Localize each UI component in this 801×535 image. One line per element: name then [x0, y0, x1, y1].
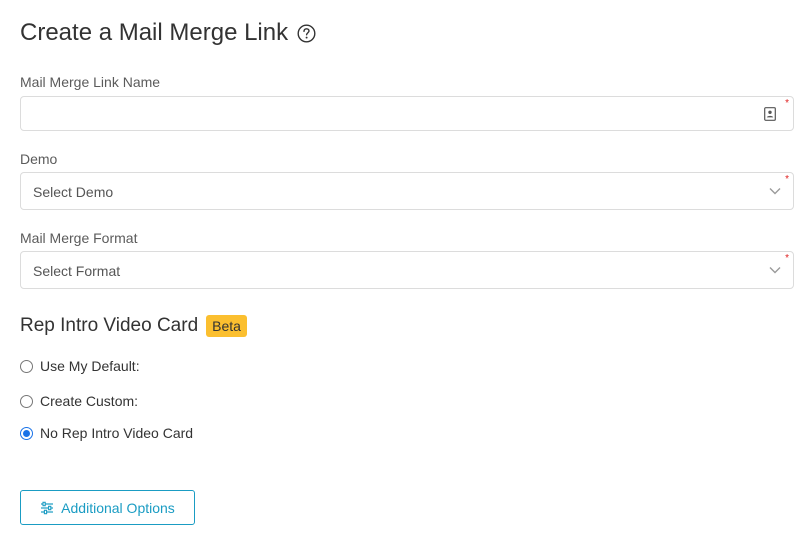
radio-button[interactable]: [20, 394, 33, 408]
radio-label: No Rep Intro Video Card: [40, 425, 194, 441]
mail-merge-page: Create a Mail Merge Link Mail Merge Link…: [0, 0, 801, 535]
required-asterisk: *: [785, 98, 789, 109]
additional-options-button[interactable]: Additional Options: [20, 490, 195, 525]
demo-label: Demo: [20, 151, 58, 167]
additional-options-label: Additional Options: [61, 499, 175, 516]
radio-no-rep-intro[interactable]: No Rep Intro Video Card: [20, 425, 193, 441]
rep-intro-title-text: Rep Intro Video Card: [20, 315, 199, 336]
format-select[interactable]: Select Format *: [20, 251, 794, 289]
required-asterisk: *: [785, 174, 789, 185]
rep-intro-section-title: Rep Intro Video Card Beta: [20, 315, 247, 337]
format-select-value: Select Format: [33, 263, 121, 279]
question-circle-icon[interactable]: [297, 23, 316, 43]
chevron-down-icon: [769, 267, 781, 274]
radio-label: Create Custom:: [40, 393, 139, 409]
radio-create-custom[interactable]: Create Custom:: [20, 393, 138, 409]
contact-card-icon: [764, 107, 776, 121]
beta-badge: Beta: [206, 315, 247, 337]
page-title: Create a Mail Merge Link: [20, 19, 316, 47]
required-asterisk: *: [785, 253, 789, 264]
chevron-down-icon: [769, 188, 781, 195]
demo-select-value: Select Demo: [33, 184, 114, 200]
radio-button[interactable]: [20, 359, 33, 373]
format-label: Mail Merge Format: [20, 230, 138, 246]
link-name-label: Mail Merge Link Name: [20, 74, 161, 90]
radio-use-my-default[interactable]: Use My Default:: [20, 358, 140, 374]
link-name-input[interactable]: [21, 97, 765, 130]
link-name-field[interactable]: *: [20, 96, 794, 131]
sliders-icon: [41, 501, 54, 514]
page-title-text: Create a Mail Merge Link: [20, 19, 289, 46]
radio-label: Use My Default:: [40, 358, 140, 374]
radio-button-selected[interactable]: [20, 426, 33, 440]
demo-select[interactable]: Select Demo *: [20, 172, 794, 210]
